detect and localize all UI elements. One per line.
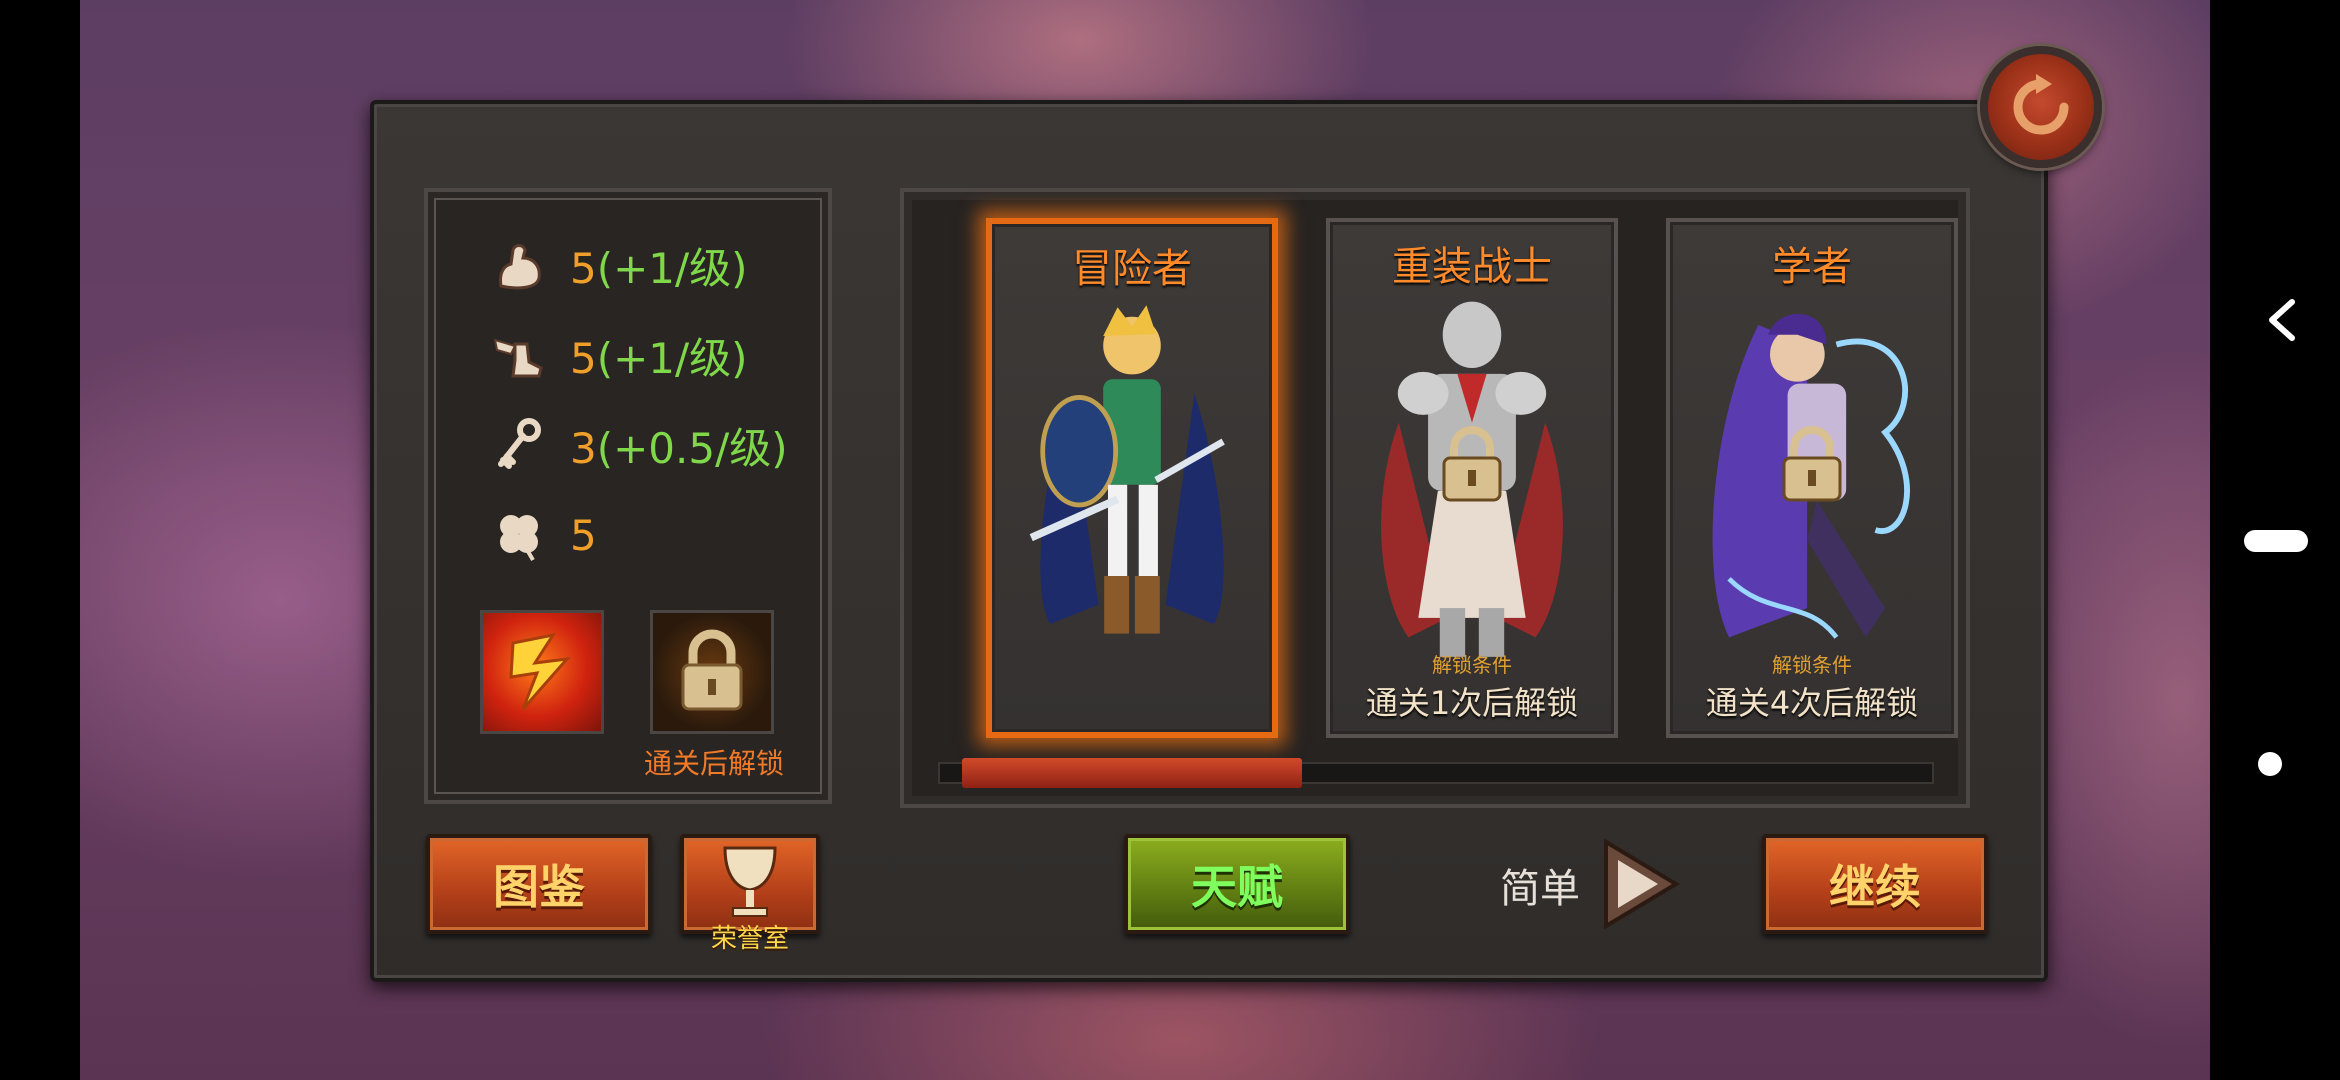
codex-button[interactable]: 图鉴 [426, 834, 652, 934]
stat-agility-value: 5 [570, 333, 597, 383]
character-card-scholar[interactable]: 学者 解锁条件 通关4次后解锁 [1666, 218, 1958, 738]
scrollbar-thumb[interactable] [962, 758, 1302, 788]
continue-button[interactable]: 继续 [1762, 834, 1988, 934]
unlock-requirement: 通关1次后解锁 [1365, 684, 1579, 722]
stat-strength-value: 5 [570, 243, 597, 293]
padlock-icon [1442, 426, 1502, 502]
winged-boot-icon [486, 323, 550, 387]
restart-button[interactable] [1980, 46, 2102, 168]
stat-luck: 5 [486, 500, 597, 570]
strength-arm-icon [486, 233, 550, 297]
stat-key: 3(+0.5/级) [486, 410, 788, 480]
stat-key-bonus: (+0.5/级) [596, 423, 788, 473]
skill-slot-active[interactable] [480, 610, 604, 734]
stat-strength-bonus: (+1/级) [596, 243, 748, 293]
trophy-cup-icon [723, 846, 777, 917]
adventurer-portrait [1029, 305, 1225, 634]
stat-agility-bonus: (+1/级) [596, 333, 748, 383]
character-scrollbar[interactable] [938, 758, 1934, 788]
skill-slot-locked[interactable] [650, 610, 774, 734]
padlock-icon [1782, 426, 1842, 502]
difficulty-next-arrow-icon[interactable] [1596, 836, 1682, 932]
lightning-rune-icon [509, 632, 571, 710]
character-name: 学者 [1772, 244, 1852, 290]
stat-agility: 5(+1/级) [486, 320, 748, 390]
unlock-requirement: 通关4次后解锁 [1705, 684, 1919, 722]
padlock-icon [681, 629, 743, 711]
difficulty-label: 简单 [1500, 866, 1580, 912]
back-chevron-icon[interactable] [2264, 298, 2300, 342]
stats-panel: 5(+1/级) 5(+1/级) 3(+0.5/级) 5 通关后解锁 [424, 188, 832, 804]
skill-unlock-caption: 通关后解锁 [643, 747, 784, 780]
recents-dot-button[interactable] [2258, 752, 2282, 776]
home-pill-button[interactable] [2244, 530, 2308, 552]
character-card-heavy-warrior[interactable]: 重装战士 解锁条件 通关1次后解锁 [1326, 218, 1618, 738]
key-icon [486, 413, 550, 477]
character-name: 冒险者 [1072, 246, 1192, 292]
character-name: 重装战士 [1392, 244, 1552, 290]
stat-strength: 5(+1/级) [486, 230, 748, 300]
stat-luck-value: 5 [570, 510, 597, 560]
refresh-icon [2013, 74, 2069, 135]
character-list-panel: 冒险者 重装战士 解锁条件 通关1次后解锁 学者 解锁条件 通关4次后解锁 [900, 188, 1970, 808]
unlock-condition-label: 解锁条件 [1432, 653, 1512, 677]
honor-room-label: 荣誉室 [710, 924, 789, 954]
clover-luck-icon [486, 503, 550, 567]
stat-key-value: 3 [570, 423, 597, 473]
character-card-adventurer[interactable]: 冒险者 [986, 218, 1278, 738]
unlock-condition-label: 解锁条件 [1772, 653, 1852, 677]
talent-button[interactable]: 天赋 [1124, 834, 1350, 934]
